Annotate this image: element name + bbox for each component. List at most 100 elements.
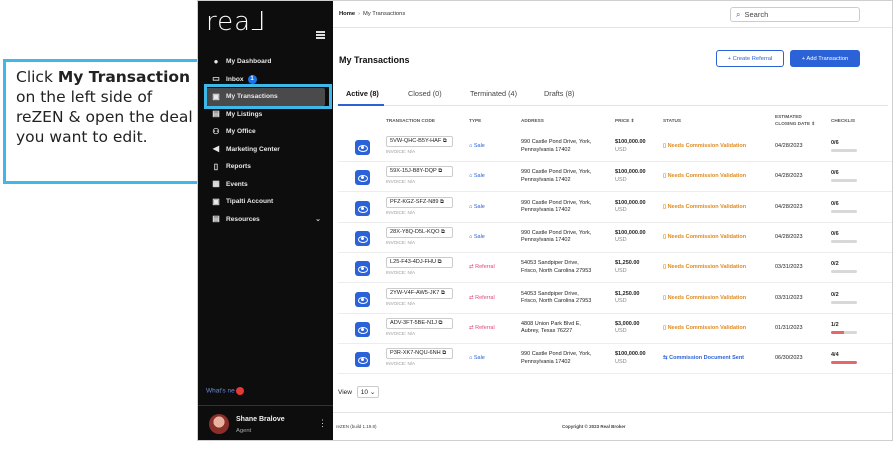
chevron-down-icon[interactable]: ⌄: [315, 215, 321, 223]
col-closing-date-line2[interactable]: CLOSING DATE ⇕: [775, 121, 815, 127]
real-logo[interactable]: rea⅃: [206, 7, 267, 37]
breadcrumb-home[interactable]: Home: [339, 11, 355, 17]
address-line1: 990 Castle Pond Drive, York,: [521, 169, 592, 176]
page-size-label: View: [338, 389, 352, 396]
transaction-type: ⌂ Sale: [469, 173, 485, 179]
user-profile[interactable]: Shane Bralove Agent ⋮: [198, 405, 333, 440]
home-icon: ⌂: [469, 203, 473, 210]
page-size-select[interactable]: 10 ⌄: [356, 386, 380, 398]
view-eye-icon[interactable]: [355, 230, 370, 246]
my-transactions-highlight: [204, 84, 332, 109]
address-line1: 54053 Sandpiper Drive,: [521, 290, 579, 297]
add-transaction-button[interactable]: + Add Transaction: [790, 50, 860, 67]
transaction-type-label: Referral: [475, 324, 495, 331]
price-currency: USD: [615, 176, 627, 183]
document-icon: ▯: [663, 173, 667, 180]
invoice-label: INVOICE: N/A: [386, 361, 416, 367]
table-row[interactable]: 2YW-V4F-AW5-JK7 ⧉ INVOICE: N/A ⇄ Referral 5…: [338, 284, 892, 314]
view-eye-icon[interactable]: [355, 291, 370, 307]
table-row[interactable]: P3R-XK7-NQU-6NH ⧉ INVOICE: N/A ⌂ Sale 990 C…: [338, 344, 892, 375]
tab-active[interactable]: Active (8): [346, 89, 379, 98]
transaction-code-text: P3R-XK7-NQU-6NH: [390, 350, 441, 357]
search-input[interactable]: ⌕ Search: [730, 7, 860, 22]
view-eye-icon[interactable]: [355, 261, 370, 277]
checklist-count: 0/2: [831, 261, 839, 268]
more-vertical-icon[interactable]: ⋮: [318, 418, 327, 429]
checklist-progress: [831, 149, 857, 152]
sidebar-item-my-dashboard[interactable]: ● My Dashboard: [198, 53, 333, 71]
whats-new-link[interactable]: What's ne: [206, 387, 244, 395]
transaction-code[interactable]: ADV-3FT-5BE-N1J ⧉: [386, 317, 453, 329]
tab-closed[interactable]: Closed (0): [408, 89, 442, 98]
copy-icon[interactable]: ⧉: [439, 320, 443, 326]
checklist-count: 0/6: [831, 200, 839, 207]
table-row[interactable]: 5VW-QHC-B5Y-HAF ⧉ INVOICE: N/A ⌂ Sale 990 C…: [338, 132, 892, 162]
home-icon: ⌂: [469, 355, 473, 362]
table-row[interactable]: 59X-15J-B8Y-DQP ⧉ INVOICE: N/A ⌂ Sale 990 C…: [338, 162, 892, 193]
transaction-type: ⌂ Sale: [469, 143, 485, 149]
view-eye-icon[interactable]: [355, 140, 370, 155]
copy-icon[interactable]: ⧉: [438, 259, 442, 265]
sidebar-item-marketing-center[interactable]: ◀ Marketing Center: [198, 141, 333, 159]
checklist-progress-fill: [831, 361, 857, 365]
sidebar-item-resources[interactable]: ▤ Resources ⌄: [198, 211, 333, 229]
price-currency: USD: [615, 237, 627, 244]
col-price[interactable]: PRICE ⇕: [615, 118, 635, 124]
copy-icon[interactable]: ⧉: [442, 350, 446, 356]
tab-terminated[interactable]: Terminated (4): [470, 89, 517, 98]
status-badge: ▯ Needs Commission Validation: [663, 325, 746, 331]
col-checklist: CHECKLIS: [831, 118, 855, 123]
copy-icon[interactable]: ⧉: [440, 199, 444, 205]
table-row[interactable]: L25-F43-4DJ-FHU ⧉ INVOICE: N/A ⇄ Referral 5…: [338, 253, 892, 284]
transaction-type: ⌂ Sale: [469, 204, 485, 210]
sidebar-item-my-office[interactable]: ⚇ My Office: [198, 123, 333, 141]
status-label: Needs Commission Validation: [667, 233, 747, 240]
table-row[interactable]: PFZ-KGZ-SFZ-N89 ⧉ INVOICE: N/A ⌂ Sale 990 C…: [338, 193, 892, 223]
create-referral-button[interactable]: + Create Referral: [716, 50, 784, 67]
transaction-type: ⇄ Referral: [469, 325, 495, 331]
transaction-code[interactable]: PFZ-KGZ-SFZ-N89 ⧉: [386, 196, 453, 208]
price-currency: USD: [615, 358, 627, 365]
copy-icon[interactable]: ⧉: [441, 229, 445, 235]
tab-drafts[interactable]: Drafts (8): [544, 89, 574, 98]
search-placeholder: Search: [744, 10, 769, 19]
copy-icon[interactable]: ⧉: [438, 168, 442, 174]
checklist-progress: [831, 239, 857, 243]
col-type: TYPE: [469, 118, 482, 123]
transaction-code[interactable]: 2YW-V4F-AW5-JK7 ⧉: [386, 287, 453, 299]
transaction-type-label: Referral: [475, 294, 495, 301]
view-eye-icon[interactable]: [355, 200, 370, 216]
col-closing-date-line1[interactable]: ESTIMATED: [775, 114, 802, 119]
sidebar-item-tipalti-account[interactable]: ▣ Tipalti Account: [198, 193, 333, 211]
build-version: reZEN (build 1.19.8): [336, 424, 377, 429]
table-row[interactable]: 28X-Y8Q-D5L-KQO ⧉ INVOICE: N/A ⌂ Sale 990 C…: [338, 223, 892, 253]
view-eye-icon[interactable]: [355, 352, 370, 368]
transaction-type-label: Sale: [473, 233, 485, 240]
sidebar-item-events[interactable]: ▦ Events: [198, 176, 333, 194]
transaction-code[interactable]: 59X-15J-B8Y-DQP ⧉: [386, 166, 453, 178]
invoice-label: INVOICE: N/A: [386, 179, 416, 185]
checklist-progress: [831, 361, 857, 365]
address: 990 Castle Pond Drive, York, Pennsylvania…: [521, 139, 611, 154]
copy-icon[interactable]: ⧉: [443, 138, 447, 144]
sidebar-collapse-icon[interactable]: [316, 31, 325, 39]
view-eye-icon[interactable]: [355, 321, 370, 337]
copy-icon[interactable]: ⧉: [441, 290, 445, 296]
closing-date: 06/30/2023: [775, 355, 803, 362]
transaction-code[interactable]: P3R-XK7-NQU-6NH ⧉: [386, 348, 453, 360]
transaction-code[interactable]: L25-F43-4DJ-FHU ⧉: [386, 257, 453, 269]
checklist-progress: [831, 209, 857, 213]
address-line2: Pennsylvania 17402: [521, 237, 571, 244]
view-eye-icon[interactable]: [355, 170, 370, 186]
table-row[interactable]: ADV-3FT-5BE-N1J ⧉ INVOICE: N/A ⇄ Referral 4…: [338, 314, 892, 344]
transaction-code[interactable]: 28X-Y8Q-D5L-KQO ⧉: [386, 226, 453, 238]
transaction-code[interactable]: 5VW-QHC-B5Y-HAF ⧉: [386, 136, 453, 147]
price: $100,000.00 USD: [615, 200, 646, 215]
address: 54053 Sandpiper Drive, Frisco, North Caro…: [521, 291, 611, 306]
sidebar-item-reports[interactable]: ▯ Reports: [198, 158, 333, 176]
transaction-type-label: Sale: [473, 173, 485, 180]
address-line1: 990 Castle Pond Drive, York,: [521, 229, 592, 236]
invoice-label: INVOICE: N/A: [386, 209, 416, 215]
address-line2: Frisco, North Carolina 27953: [521, 298, 592, 304]
price: $100,000.00 USD: [615, 139, 646, 154]
